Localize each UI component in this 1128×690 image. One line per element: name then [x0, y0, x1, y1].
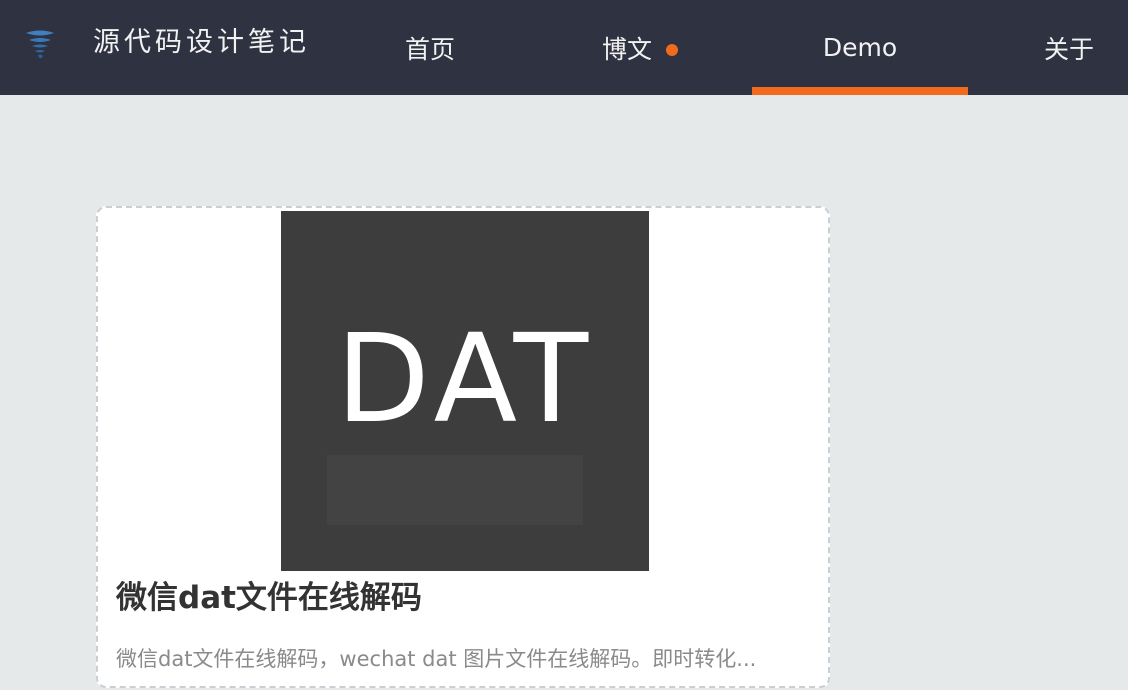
card-description: 微信dat文件在线解码，wechat dat 图片文件在线解码。即时转化... — [116, 647, 757, 671]
active-tab-indicator — [752, 87, 968, 95]
site-title[interactable]: 源代码设计笔记 — [93, 25, 310, 61]
thumbnail-text: DAT — [335, 308, 595, 450]
nav-about[interactable]: 关于 — [1010, 0, 1128, 95]
new-content-dot — [666, 43, 678, 56]
demo-card[interactable]: DAT 微信dat文件在线解码 微信dat文件在线解码，wechat dat 图… — [96, 206, 830, 688]
nav-demo[interactable]: Demo — [752, 0, 968, 95]
nav-home[interactable]: 首页 — [380, 0, 480, 95]
nav-blog-label: 博文 — [601, 34, 652, 64]
card-thumbnail[interactable]: DAT — [281, 211, 649, 571]
card-title[interactable]: 微信dat文件在线解码 — [116, 576, 422, 620]
nav-about-label: 关于 — [1043, 34, 1094, 64]
thumbnail-shadow-block — [327, 455, 583, 525]
top-navigation-bar: 源代码设计笔记 首页 博文 Demo 关于 — [0, 0, 1128, 95]
tornado-logo-icon[interactable] — [24, 28, 56, 62]
nav-demo-label: Demo — [822, 33, 898, 62]
nav-home-label: 首页 — [404, 34, 455, 64]
nav-blog[interactable]: 博文 — [570, 0, 710, 95]
